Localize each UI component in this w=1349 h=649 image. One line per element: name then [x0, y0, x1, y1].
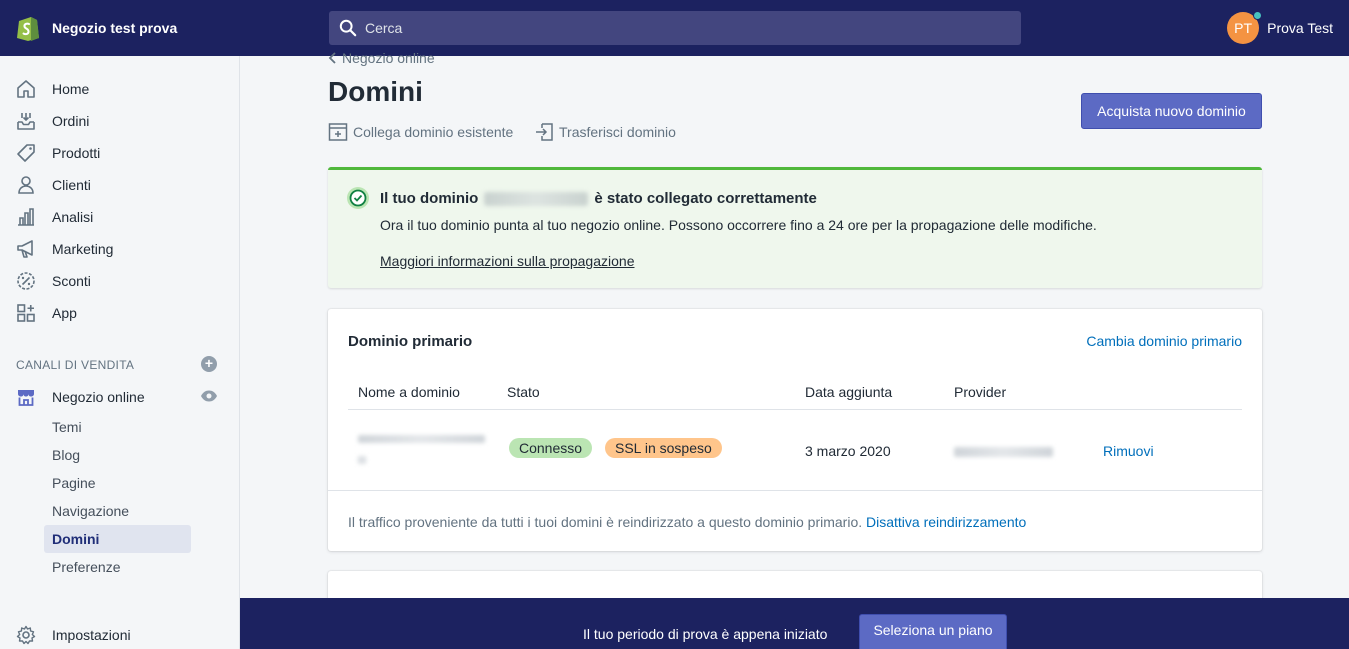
top-bar: Negozio test prova PT Prova Test [0, 0, 1349, 56]
sales-channels-title: CANALI DI VENDITA [16, 358, 135, 372]
apps-icon [17, 304, 35, 322]
sidebar-item-label: Prodotti [52, 145, 101, 161]
sidebar-item-customers[interactable]: Clienti [16, 173, 91, 197]
redacted-domain-name-line2 [358, 456, 366, 464]
user-menu[interactable]: PT Prova Test [1227, 11, 1333, 44]
sidebar-subitem-preferences[interactable]: Preferenze [44, 553, 191, 581]
home-icon [17, 80, 35, 98]
gear-icon [16, 625, 36, 645]
avatar-initials: PT [1234, 20, 1253, 36]
sidebar-item-discounts[interactable]: Sconti [16, 269, 91, 293]
sidebar-subitem-navigation[interactable]: Navigazione [44, 497, 191, 525]
check-circle-icon [347, 187, 369, 209]
search-bar[interactable] [329, 11, 1021, 45]
buy-new-domain-button[interactable]: Acquista nuovo dominio [1081, 93, 1262, 129]
chart-icon [18, 208, 34, 226]
banner-title-start: Il tuo dominio [380, 190, 479, 207]
change-primary-domain-link[interactable]: Cambia dominio primario [1086, 333, 1242, 349]
sidebar-item-label: Impostazioni [52, 627, 131, 643]
sidebar-item-label: Analisi [52, 209, 94, 225]
card-footer: Il traffico proveniente da tutti i tuoi … [348, 514, 1026, 530]
sidebar-item-label: Home [52, 81, 90, 97]
sidebar-item-label: Negozio online [52, 389, 145, 405]
store-name: Negozio test prova [52, 20, 178, 36]
action-label: Collega dominio esistente [353, 124, 514, 140]
transfer-icon [536, 123, 553, 141]
disable-redirect-link[interactable]: Disattiva reindirizzamento [866, 514, 1026, 530]
redirect-info-text: Il traffico proveniente da tutti i tuoi … [348, 514, 863, 530]
breadcrumb[interactable]: Negozio online [328, 50, 435, 66]
avatar: PT [1227, 11, 1263, 44]
page-title: Domini [328, 76, 423, 107]
sidebar-item-label: App [52, 305, 77, 321]
select-plan-button[interactable]: Seleziona un piano [859, 614, 1007, 649]
shopify-logo-icon [17, 17, 39, 41]
megaphone-icon [17, 240, 33, 258]
sidebar-item-label: Ordini [52, 113, 90, 129]
store-icon [18, 390, 34, 406]
sidebar-item-home[interactable]: Home [16, 77, 89, 101]
transfer-domain-button[interactable]: Trasferisci dominio [534, 122, 676, 142]
sidebar-item-products[interactable]: Prodotti [16, 141, 100, 165]
column-header-domain-name: Nome a dominio [358, 384, 460, 400]
sidebar-subitem-pages[interactable]: Pagine [44, 469, 191, 497]
sidebar-subitem-themes[interactable]: Temi [44, 413, 191, 441]
status-badge-connected: Connesso [509, 438, 593, 458]
person-icon [18, 176, 34, 194]
search-icon [339, 19, 357, 37]
success-banner: Il tuo dominio è stato collegato corrett… [328, 167, 1262, 288]
sidebar-item-analytics[interactable]: Analisi [16, 205, 93, 229]
remove-domain-link[interactable]: Rimuovi [1103, 443, 1154, 459]
sidebar-subitem-domains[interactable]: Domini [44, 525, 191, 553]
card-footer-divider [328, 490, 1262, 491]
sidebar-item-apps[interactable]: App [16, 301, 77, 325]
column-header-status: Stato [507, 384, 540, 400]
banner-title-end: è stato collegato correttamente [594, 190, 817, 207]
sidebar-item-marketing[interactable]: Marketing [16, 237, 113, 261]
column-header-date-added: Data aggiunta [805, 384, 893, 400]
add-channel-button[interactable]: + [201, 356, 217, 372]
column-header-provider: Provider [954, 384, 1007, 400]
trial-bar: Il tuo periodo di prova è appena iniziat… [240, 598, 1349, 649]
tag-icon [17, 144, 35, 162]
sidebar-item-settings[interactable]: Impostazioni [16, 623, 131, 647]
eye-icon[interactable] [200, 389, 218, 403]
status-badge-ssl-pending: SSL in sospeso [605, 438, 722, 458]
orders-icon [17, 113, 35, 130]
sidebar-subitem-blog[interactable]: Blog [44, 441, 191, 469]
chevron-left-icon [328, 52, 336, 64]
propagation-info-link[interactable]: Maggiori informazioni sulla propagazione [380, 253, 634, 269]
discount-icon [17, 272, 35, 290]
sidebar: Home Ordini Prodotti Clienti Analisi Mar… [0, 56, 240, 649]
connect-domain-icon [328, 123, 348, 141]
primary-domain-card: Dominio primario Cambia dominio primario… [328, 309, 1262, 551]
sidebar-item-label: Clienti [52, 177, 91, 193]
table-divider [348, 409, 1242, 410]
connect-existing-domain-button[interactable]: Collega dominio esistente [328, 122, 513, 142]
card-title: Dominio primario [348, 333, 473, 350]
redacted-provider [954, 447, 1053, 457]
main-content: Negozio online Domini Collega dominio es… [240, 50, 1349, 649]
sidebar-item-label: Marketing [52, 241, 114, 257]
redacted-domain [484, 191, 589, 206]
trial-text: Il tuo periodo di prova è appena iniziat… [583, 626, 828, 642]
redacted-domain-name [358, 435, 485, 443]
sidebar-item-online-store[interactable]: Negozio online [16, 385, 145, 409]
search-input[interactable] [365, 20, 965, 36]
sidebar-item-label: Sconti [52, 273, 91, 289]
store-brand[interactable]: Negozio test prova [0, 14, 240, 42]
banner-text: Ora il tuo dominio punta al tuo negozio … [380, 217, 1097, 233]
notification-dot [1253, 11, 1263, 20]
user-name: Prova Test [1267, 20, 1333, 36]
banner-title: Il tuo dominio è stato collegato corrett… [380, 190, 817, 207]
date-added: 3 marzo 2020 [805, 443, 891, 459]
action-label: Trasferisci dominio [559, 124, 676, 140]
breadcrumb-label: Negozio online [342, 50, 435, 66]
sidebar-item-orders[interactable]: Ordini [16, 109, 89, 133]
